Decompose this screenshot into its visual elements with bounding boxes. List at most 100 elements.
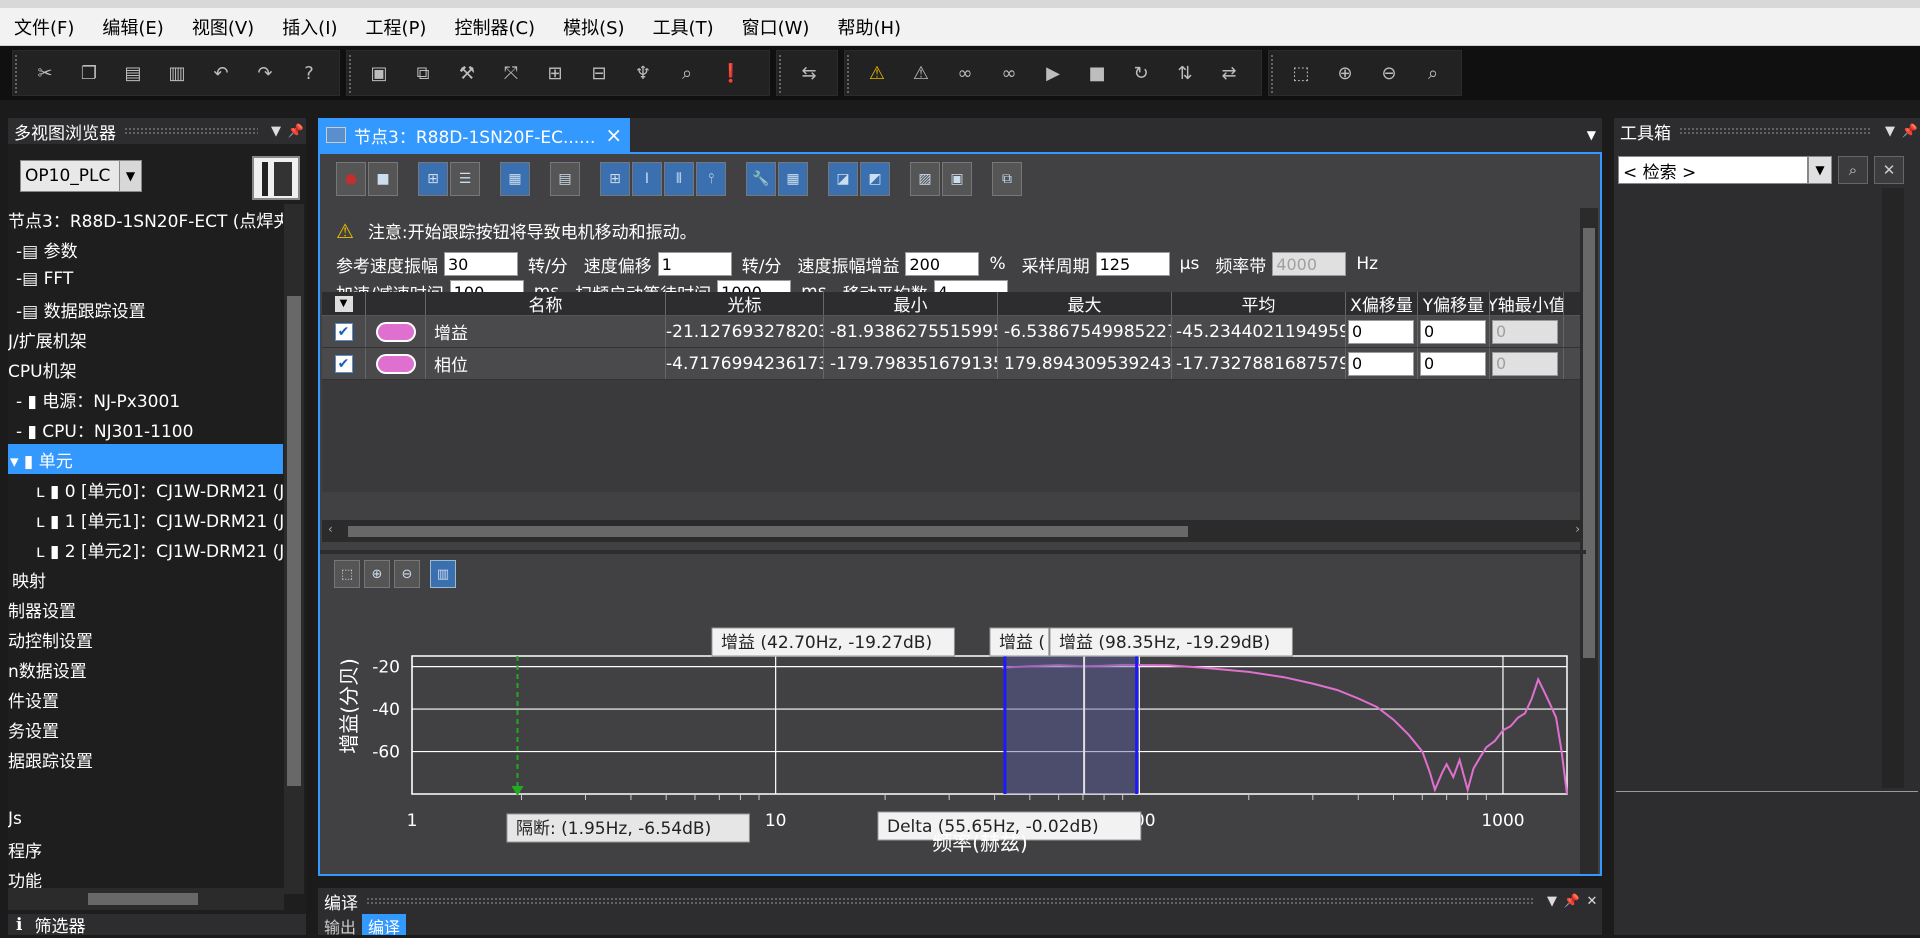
warning-icon[interactable]: ⚠	[859, 55, 895, 91]
settings-panel-icon[interactable]: ⊞	[418, 162, 448, 196]
x-offset-input[interactable]: 0	[1348, 319, 1414, 344]
editor-vertical-scrollbar[interactable]	[1580, 208, 1598, 874]
glasses-icon[interactable]: ∞	[947, 55, 983, 91]
tree-item[interactable]: CPU机架	[8, 354, 283, 384]
paste-icon[interactable]: ▤	[115, 55, 151, 91]
save-icon[interactable]: ▣	[942, 162, 972, 196]
grid-icon[interactable]: ▦	[778, 162, 808, 196]
refresh-icon[interactable]: ↻	[1123, 55, 1159, 91]
export-icon[interactable]: ▤	[550, 162, 580, 196]
transfer-icon[interactable]: ⇅	[1167, 55, 1203, 91]
chevron-down-icon[interactable]: ▼	[1542, 894, 1562, 909]
crossref-icon[interactable]: ⤧	[493, 55, 529, 91]
tab-build[interactable]: 编译	[362, 914, 407, 937]
tab-output[interactable]: 输出	[318, 914, 362, 937]
delete-icon[interactable]: ▥	[159, 55, 195, 91]
copy-icon[interactable]: ❐	[71, 55, 107, 91]
checkbox-checked[interactable]: ✔	[334, 322, 353, 341]
zoom-in-icon[interactable]: ⊕	[364, 560, 390, 588]
tree-item[interactable]: -▤ 参数	[8, 234, 283, 264]
menu-project[interactable]: 工程(P)	[352, 14, 441, 40]
stop-icon[interactable]: ■	[1079, 55, 1115, 91]
toolbox-scrollbar[interactable]	[1882, 188, 1904, 788]
menu-file[interactable]: 文件(F)	[0, 14, 88, 40]
tree-item[interactable]: 节点3：R88D-1SN20F-ECT (点焊夹	[8, 204, 283, 234]
fit-icon[interactable]: ⬚	[334, 560, 360, 588]
column-header[interactable]: 平均	[1172, 292, 1346, 315]
clear-warning-icon[interactable]: ⚠	[903, 55, 939, 91]
wrench-icon[interactable]: 🔧	[746, 162, 776, 196]
list-icon[interactable]: ☰	[450, 162, 480, 196]
column-header[interactable]: 光标	[666, 292, 824, 315]
column-header[interactable]: Y偏移量	[1418, 292, 1490, 315]
column-header[interactable]: 名称	[426, 292, 666, 315]
zoom-in-icon[interactable]: ⊕	[1327, 55, 1363, 91]
pin-icon[interactable]: 📌	[1900, 124, 1920, 139]
tree-item[interactable]: 映射	[8, 564, 283, 594]
menu-tools[interactable]: 工具(T)	[639, 14, 728, 40]
network-icon[interactable]: ⊟	[581, 55, 617, 91]
chart-compare-icon[interactable]: ◩	[860, 162, 890, 196]
zoom-out-icon[interactable]: ⊖	[1371, 55, 1407, 91]
connect-icon[interactable]: ⇆	[791, 55, 827, 91]
tree-item[interactable]: J/扩展机架	[8, 324, 283, 354]
x-offset-input[interactable]: 0	[1348, 351, 1414, 376]
search-icon[interactable]: ⌕	[1838, 156, 1868, 184]
tree-item[interactable]: 据跟踪设置	[8, 744, 283, 774]
chevron-down-icon[interactable]: ▼	[266, 124, 286, 139]
chevron-down-icon[interactable]: ▼	[1808, 156, 1832, 184]
tree-vertical-scrollbar[interactable]	[284, 204, 304, 894]
gain-chart[interactable]: 1101001000-20-40-60 增益 (42.70Hz, -19.27d…	[322, 594, 1582, 884]
chart-icon[interactable]: ◪	[828, 162, 858, 196]
tree-icon[interactable]: ♆	[625, 55, 661, 91]
menu-window[interactable]: 窗口(W)	[728, 14, 824, 40]
column-header[interactable]: X偏移量	[1346, 292, 1418, 315]
fit-icon[interactable]: ⬚	[1283, 55, 1319, 91]
tree-item[interactable]: 件设置	[8, 684, 283, 714]
series-color-swatch[interactable]	[375, 353, 416, 374]
tree-horizontal-scrollbar[interactable]	[8, 888, 284, 910]
3d-view-icon[interactable]: ▣	[361, 55, 397, 91]
pin-icon[interactable]: 📌	[1562, 894, 1582, 909]
speed-offset-input[interactable]: 1	[657, 252, 732, 276]
menu-view[interactable]: 视图(V)	[178, 14, 268, 40]
stop-icon[interactable]: ■	[368, 162, 398, 196]
tree-item[interactable]: -▤ FFT	[8, 264, 283, 294]
chevron-down-icon[interactable]: ▼	[119, 161, 141, 191]
column-header[interactable]: 最小	[824, 292, 998, 315]
tree-item[interactable]: - ▮ 电源：NJ-Px3001	[8, 384, 283, 414]
tree-item[interactable]: -▤ 数据跟踪设置	[8, 294, 283, 324]
chevron-down-icon[interactable]: ▼	[1587, 128, 1596, 142]
tree-item[interactable]: 动控制设置	[8, 624, 283, 654]
tree-item[interactable]: Js	[8, 804, 283, 834]
tree-item[interactable]: ʟ ▮ 1 [单元1]：CJ1W-DRM21 (J	[8, 504, 283, 534]
select-all-header[interactable]: ▼	[322, 292, 366, 315]
menu-insert[interactable]: 插入(I)	[268, 14, 351, 40]
menu-help[interactable]: 帮助(H)	[823, 14, 915, 40]
toolbox-search-input[interactable]: < 检索 >	[1618, 156, 1808, 184]
filter-panel-header[interactable]: ℹ 筛选器	[8, 914, 306, 937]
tree-item[interactable]: ʟ ▮ 2 [单元2]：CJ1W-DRM21 (J	[8, 534, 283, 564]
tree-item-selected[interactable]: ▾ ▮ 单元	[8, 444, 283, 474]
binoculars-icon[interactable]: ⌕	[669, 55, 705, 91]
tree-item[interactable]: - ▮ CPU：NJ301-1100	[8, 414, 283, 444]
glasses-off-icon[interactable]: ∞	[991, 55, 1027, 91]
build-hammer-icon[interactable]: ⚒	[449, 55, 485, 91]
compare-icon[interactable]: ⇄	[1211, 55, 1247, 91]
gain-input[interactable]: 200	[905, 252, 980, 276]
clear-icon[interactable]: ✕	[1874, 156, 1904, 184]
sample-period-input[interactable]: 125	[1095, 252, 1170, 276]
io-map-icon[interactable]: ⊞	[537, 55, 573, 91]
plc-select[interactable]: OP10_PLC ▼	[20, 160, 142, 192]
controller-icon[interactable]	[252, 156, 300, 200]
cursor-icon[interactable]: I	[632, 162, 662, 196]
tree-item[interactable]: 制器设置	[8, 594, 283, 624]
tree-item[interactable]	[8, 774, 283, 804]
window-layout-icon[interactable]: ⧉	[405, 55, 441, 91]
table-row[interactable]: ✔ 增益 -21.127693278203 -81.9386275515995 …	[322, 316, 1586, 348]
cursor-mode-icon[interactable]: ▥	[430, 560, 456, 588]
zoom-100-icon[interactable]: ⌕	[1415, 55, 1451, 91]
close-icon[interactable]: ×	[605, 123, 622, 147]
column-header[interactable]: Y轴最小值	[1490, 292, 1564, 315]
graph-icon[interactable]: ▦	[500, 162, 530, 196]
